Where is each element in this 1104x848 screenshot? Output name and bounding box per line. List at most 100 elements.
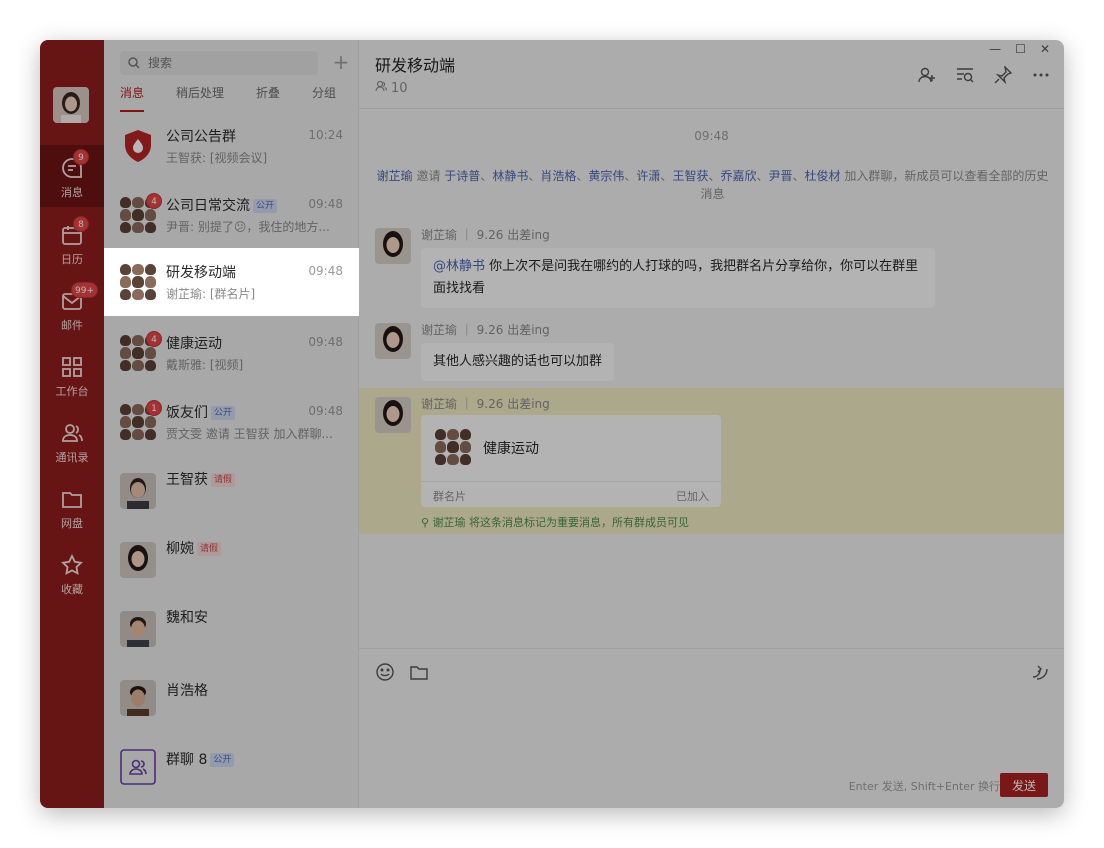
leave-tag: 请假	[197, 542, 222, 556]
conversation-time: 09:48	[308, 404, 343, 418]
list-item[interactable]: 魏和安	[104, 595, 359, 663]
group-avatar	[120, 264, 156, 300]
avatar[interactable]	[375, 228, 411, 264]
rail-label: 网盘	[61, 517, 83, 530]
rail-label: 工作台	[55, 385, 89, 398]
rail-label: 邮件	[61, 319, 83, 332]
mention[interactable]: @林静书	[433, 259, 485, 274]
joined-status: 已加入	[676, 490, 709, 503]
app-window: 9 消息 8 日历 99+ 邮件 工作台 通讯录 网盘 收藏 搜索 + 消息 稍…	[40, 40, 1064, 808]
tab-groups[interactable]: 分组	[312, 84, 336, 112]
conversation-time: 09:48	[308, 197, 343, 211]
rail-item-calendar[interactable]: 8 日历	[40, 212, 104, 274]
list-item[interactable]: 4 健康运动 09:48 戴斯雅: [视频]	[104, 319, 359, 387]
tab-later[interactable]: 稍后处理	[176, 84, 224, 112]
search-icon	[128, 54, 140, 73]
emoji-icon[interactable]	[375, 662, 395, 682]
group-avatar	[435, 429, 471, 465]
public-tag: 公开	[211, 406, 236, 420]
list-item[interactable]: 柳婉 请假	[104, 526, 359, 594]
list-item[interactable]: 群聊 8 公开	[104, 733, 359, 801]
conversation-name: 群聊 8 公开	[166, 749, 235, 769]
chat-title: 研发移动端	[375, 56, 456, 75]
group-card-label: 群名片	[433, 490, 466, 503]
calendar-badge: 8	[73, 216, 89, 232]
divider	[421, 481, 721, 482]
unread-badge: 4	[146, 331, 162, 347]
chat-panel: — ☐ ✕ 研发移动端 10 09:48 谢芷瑜 邀请 于诗普、林静书、肖浩格、…	[359, 40, 1064, 808]
maximize-icon[interactable]: ☐	[1015, 42, 1026, 56]
search-box[interactable]	[120, 51, 318, 75]
rail-item-favorites[interactable]: 收藏	[40, 542, 104, 604]
unread-badge: 1	[146, 400, 162, 416]
group-chat-icon	[120, 749, 156, 785]
group-card[interactable]: 健康运动 群名片 已加入	[421, 415, 721, 507]
rail-item-workbench[interactable]: 工作台	[40, 344, 104, 406]
user-avatar[interactable]	[53, 87, 89, 123]
people-icon	[375, 80, 388, 96]
plus-icon[interactable]: +	[331, 51, 351, 73]
rail-label: 消息	[61, 186, 83, 199]
divider	[359, 108, 1064, 109]
rail-item-messages[interactable]: 9 消息	[40, 145, 104, 207]
list-item[interactable]: 公司公告群 10:24 王智获: [视频会议]	[104, 112, 359, 180]
add-member-icon[interactable]	[918, 66, 936, 84]
window-controls: — ☐ ✕	[989, 42, 1050, 56]
avatar[interactable]	[375, 397, 411, 433]
tab-folded[interactable]: 折叠	[256, 84, 280, 112]
rail-label: 通讯录	[55, 451, 89, 464]
pin-note: ⚲ 谢芷瑜 将这条消息标记为重要消息，所有群成员可见	[421, 516, 690, 529]
messages-badge: 9	[73, 149, 89, 165]
chat-bubble-icon: 9	[59, 149, 89, 181]
list-item[interactable]: 肖浩格	[104, 664, 359, 732]
leave-tag: 请假	[211, 473, 236, 487]
conversation-name: 公司公告群	[166, 129, 236, 145]
list-item[interactable]: 1 饭友们 公开 09:48 贾文雯 邀请 王智获 加入群聊...	[104, 388, 359, 456]
list-item[interactable]: 4 公司日常交流 公开 09:48 尹晋: 别提了😕，我住的地方...	[104, 181, 359, 249]
avatar	[120, 680, 156, 716]
tab-messages[interactable]: 消息	[120, 84, 145, 112]
rail-label: 日历	[61, 253, 83, 266]
public-tag: 公开	[210, 753, 235, 767]
avatar	[120, 611, 156, 647]
conversation-preview: 戴斯雅: [视频]	[166, 358, 244, 372]
conversation-list-panel: + 消息 稍后处理 折叠 分组 公司公告群 10:24 王智获: [视频会议] …	[104, 40, 359, 808]
sender-line: 谢芷瑜 ｜ 9.26 出差ing	[421, 323, 550, 337]
contacts-icon	[59, 420, 85, 446]
member-count[interactable]: 10	[375, 80, 408, 96]
minimize-icon[interactable]: —	[989, 42, 1001, 56]
list-tabs: 消息 稍后处理 折叠 分组	[104, 84, 359, 112]
conversation-preview: 王智获: [视频会议]	[166, 151, 268, 165]
conversation-name: 柳婉 请假	[166, 538, 222, 558]
search-history-icon[interactable]	[956, 66, 974, 84]
pin-icon[interactable]	[994, 64, 1013, 85]
rail-item-mail[interactable]: 99+ 邮件	[40, 278, 104, 340]
rail-item-drive[interactable]: 网盘	[40, 476, 104, 538]
search-input[interactable]	[148, 56, 298, 70]
system-message: 谢芷瑜 邀请 于诗普、林静书、肖浩格、黄宗伟、许潇、王智获、乔嘉欣、尹晋、杜俊材…	[376, 169, 1049, 201]
close-icon[interactable]: ✕	[1040, 42, 1050, 56]
mail-icon: 99+	[59, 282, 98, 314]
list-item[interactable]: 王智获 请假	[104, 457, 359, 525]
time-divider: 09:48	[694, 129, 729, 143]
calendar-icon: 8	[59, 216, 89, 248]
folder-icon[interactable]	[409, 662, 429, 682]
send-button[interactable]: 发送	[1000, 773, 1048, 797]
mail-badge: 99+	[71, 282, 98, 298]
more-icon[interactable]	[1032, 66, 1050, 84]
list-item-highlighted[interactable]: 研发移动端 09:48 谢芷瑜: [群名片]	[104, 248, 359, 316]
rail-item-contacts[interactable]: 通讯录	[40, 410, 104, 472]
voice-icon[interactable]	[1030, 662, 1050, 682]
sender-line: 谢芷瑜 ｜ 9.26 出差ing	[421, 228, 550, 242]
star-icon	[59, 552, 85, 578]
public-tag: 公开	[253, 199, 278, 213]
pin-icon: ⚲	[421, 516, 430, 529]
avatar[interactable]	[375, 323, 411, 359]
left-rail: 9 消息 8 日历 99+ 邮件 工作台 通讯录 网盘 收藏	[40, 40, 104, 808]
conversation-name: 健康运动	[166, 336, 222, 352]
conversation-time: 10:24	[308, 128, 343, 142]
message-bubble[interactable]: 其他人感兴趣的话也可以加群	[421, 343, 615, 381]
message-bubble[interactable]: @林静书 你上次不是问我在哪约的人打球的吗，我把群名片分享给你，你可以在群里面找…	[421, 248, 935, 308]
unread-badge: 4	[146, 193, 162, 209]
send-hint: Enter 发送, Shift+Enter 换行	[848, 780, 1000, 793]
